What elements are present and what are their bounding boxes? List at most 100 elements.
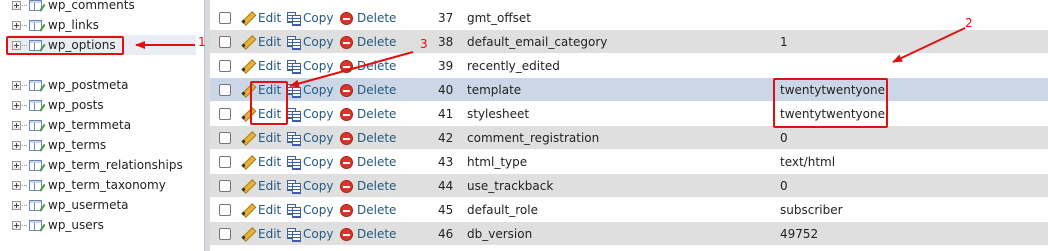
expand-icon[interactable]: [12, 100, 21, 110]
row-checkbox[interactable]: [219, 36, 231, 48]
sidebar-item-wp-users[interactable]: wp_users: [12, 215, 104, 235]
option-id-cell: 38: [438, 35, 454, 49]
table-row[interactable]: Edit Copy Delete 45 default_role subscriber: [210, 198, 1048, 222]
table-row[interactable]: Edit Copy Delete 40 template twentytwentyone: [210, 78, 1048, 102]
delete-label: Delete: [357, 11, 397, 25]
delete-link[interactable]: Delete: [340, 126, 396, 150]
edit-label: Edit: [258, 11, 282, 25]
expand-icon[interactable]: [12, 80, 21, 90]
delete-icon: [340, 11, 353, 25]
delete-link[interactable]: Delete: [340, 222, 396, 246]
option-name-cell: default_email_category: [467, 35, 608, 49]
edit-link[interactable]: Edit: [241, 126, 281, 150]
copy-link[interactable]: Copy: [286, 174, 333, 198]
copy-icon: [286, 131, 301, 146]
delete-link[interactable]: Delete: [340, 198, 396, 222]
sidebar-item-wp-term-relationships[interactable]: wp_term_relationships: [12, 155, 183, 175]
pencil-icon: [241, 155, 255, 169]
row-checkbox[interactable]: [219, 132, 231, 144]
edit-link[interactable]: Edit: [241, 6, 281, 30]
table-row[interactable]: Edit Copy Delete 42 comment_registration 0: [210, 126, 1048, 150]
option-id-cell: 45: [438, 203, 454, 217]
row-checkbox[interactable]: [219, 108, 231, 120]
expand-icon[interactable]: [12, 20, 21, 30]
edit-link[interactable]: Edit: [241, 54, 281, 78]
copy-label: Copy: [303, 179, 334, 193]
table-structure-icon: [29, 179, 43, 191]
expand-icon[interactable]: [12, 160, 21, 170]
edit-link[interactable]: Edit: [241, 198, 281, 222]
sidebar-item-label: wp_term_relationships: [48, 158, 183, 172]
copy-link[interactable]: Copy: [286, 78, 333, 102]
row-checkbox[interactable]: [219, 60, 231, 72]
expand-icon[interactable]: [12, 120, 21, 130]
copy-link[interactable]: Copy: [286, 150, 333, 174]
row-checkbox[interactable]: [219, 156, 231, 168]
copy-link[interactable]: Copy: [286, 102, 333, 126]
delete-link[interactable]: Delete: [340, 150, 396, 174]
pencil-icon: [241, 59, 255, 73]
sidebar-item-label: wp_postmeta: [48, 78, 129, 92]
copy-link[interactable]: Copy: [286, 222, 333, 246]
table-structure-icon: [29, 139, 43, 151]
edit-link[interactable]: Edit: [241, 222, 281, 246]
sidebar-item-wp-postmeta[interactable]: wp_postmeta: [12, 75, 128, 95]
table-row[interactable]: Edit Copy Delete 38 default_email_category 1: [210, 30, 1048, 54]
delete-label: Delete: [357, 131, 397, 145]
expand-icon[interactable]: [12, 220, 21, 230]
delete-link[interactable]: Delete: [340, 30, 396, 54]
table-row[interactable]: Edit Copy Delete 44 use_trackback 0: [210, 174, 1048, 198]
sidebar-item-wp-terms[interactable]: wp_terms: [12, 135, 106, 155]
option-value-cell: 0: [780, 179, 788, 193]
option-value-cell: 49752: [780, 227, 819, 241]
option-value-cell: 0: [780, 131, 788, 145]
copy-icon: [286, 155, 301, 170]
table-row[interactable]: Edit Copy Delete 37 gmt_offset: [210, 6, 1048, 30]
edit-label: Edit: [258, 179, 282, 193]
delete-link[interactable]: Delete: [340, 6, 396, 30]
table-row[interactable]: Edit Copy Delete 41 stylesheet twentytwentyon…: [210, 102, 1048, 126]
sidebar-item-wp-term-taxonomy[interactable]: wp_term_taxonomy: [12, 175, 166, 195]
delete-link[interactable]: Delete: [340, 102, 396, 126]
pencil-icon: [241, 131, 255, 145]
edit-link[interactable]: Edit: [241, 30, 281, 54]
expand-icon[interactable]: [12, 140, 21, 150]
delete-link[interactable]: Delete: [340, 78, 396, 102]
copy-link[interactable]: Copy: [286, 126, 333, 150]
copy-link[interactable]: Copy: [286, 30, 333, 54]
sidebar-item-wp-links[interactable]: wp_links: [12, 15, 99, 35]
delete-link[interactable]: Delete: [340, 174, 396, 198]
edit-label: Edit: [258, 59, 282, 73]
expand-icon[interactable]: [12, 180, 21, 190]
sidebar-item-wp-posts[interactable]: wp_posts: [12, 95, 104, 115]
row-checkbox[interactable]: [219, 204, 231, 216]
row-checkbox[interactable]: [219, 180, 231, 192]
expand-icon[interactable]: [12, 200, 21, 210]
edit-link[interactable]: Edit: [241, 150, 281, 174]
option-name-cell: default_role: [467, 203, 538, 217]
table-row[interactable]: Edit Copy Delete 43 html_type text/html: [210, 150, 1048, 174]
expand-icon[interactable]: [12, 0, 21, 10]
option-name-cell: comment_registration: [467, 131, 600, 145]
annotation-box-values: [773, 78, 888, 128]
copy-link[interactable]: Copy: [286, 6, 333, 30]
sidebar-item-wp-usermeta[interactable]: wp_usermeta: [12, 195, 129, 215]
sidebar-item-wp-termmeta[interactable]: wp_termmeta: [12, 115, 131, 135]
edit-link[interactable]: Edit: [241, 174, 281, 198]
copy-label: Copy: [303, 83, 334, 97]
delete-link[interactable]: Delete: [340, 54, 396, 78]
row-checkbox[interactable]: [219, 228, 231, 240]
table-row[interactable]: Edit Copy Delete 46 db_version 49752: [210, 222, 1048, 246]
delete-label: Delete: [357, 155, 397, 169]
annotation-box-edit: [250, 81, 288, 125]
copy-link[interactable]: Copy: [286, 198, 333, 222]
copy-link[interactable]: Copy: [286, 54, 333, 78]
sidebar-item-wp-comments[interactable]: wp_comments: [12, 0, 135, 15]
option-id-cell: 42: [438, 131, 454, 145]
copy-label: Copy: [303, 59, 334, 73]
table-row[interactable]: Edit Copy Delete 39 recently_edited: [210, 54, 1048, 78]
row-checkbox[interactable]: [219, 84, 231, 96]
row-checkbox[interactable]: [219, 12, 231, 24]
option-name-cell: stylesheet: [467, 107, 530, 121]
edit-label: Edit: [258, 155, 282, 169]
